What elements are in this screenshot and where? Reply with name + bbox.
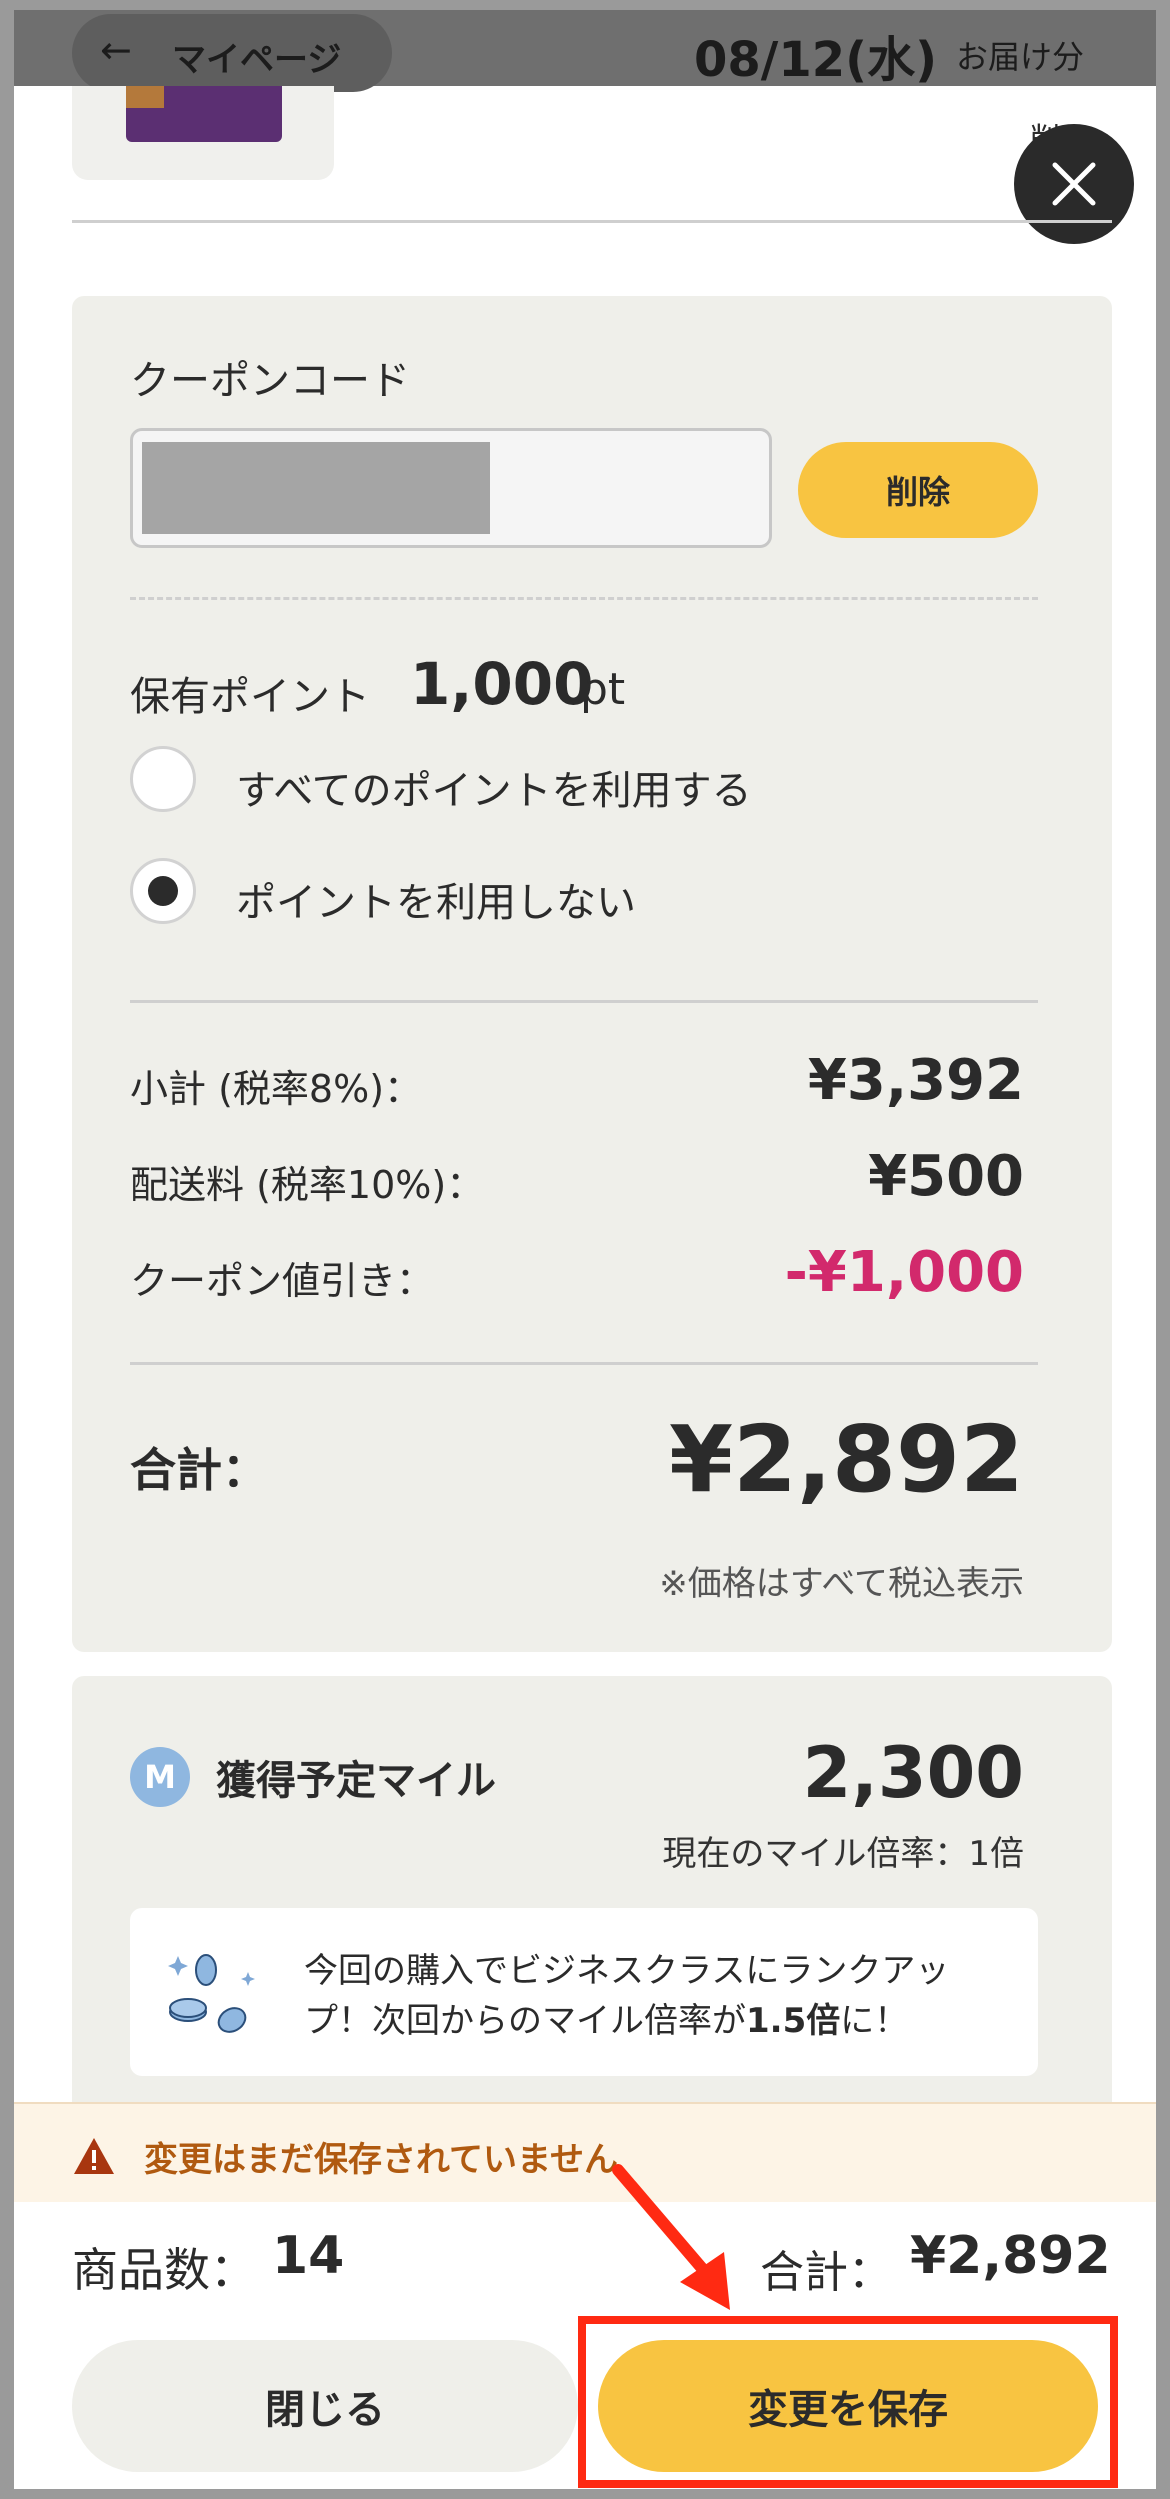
close-modal-button[interactable] bbox=[1014, 124, 1134, 244]
coupon-label: クーポンコード bbox=[130, 358, 410, 404]
no-points-label[interactable]: ポイントを利用しない bbox=[236, 870, 636, 928]
warning-icon bbox=[74, 2138, 114, 2174]
pointer-arrow-icon bbox=[612, 2164, 730, 2310]
delivery-date: 08/12(水) bbox=[694, 32, 938, 88]
coins-icon bbox=[168, 1954, 255, 2033]
divider bbox=[130, 1000, 1038, 1003]
bottom-total-label: 合計： bbox=[760, 2247, 892, 2298]
subtotal-label: 小計 (税率8%)： bbox=[130, 1067, 423, 1111]
coupon-delete-button[interactable]: 削除 bbox=[798, 442, 1038, 538]
no-points-radio[interactable] bbox=[130, 858, 196, 924]
miles-value: 2,300 bbox=[802, 1732, 1024, 1814]
subtotal-value: ¥3,392 bbox=[807, 1048, 1024, 1113]
points-value: 1,000 bbox=[410, 650, 594, 718]
shipping-label: 配送料 (税率10%)： bbox=[130, 1163, 485, 1207]
item-count-value: 14 bbox=[272, 2226, 345, 2286]
points-unit: pt bbox=[580, 664, 626, 715]
product-thumbnail bbox=[72, 86, 334, 180]
use-all-points-label[interactable]: すべてのポイントを利用する bbox=[236, 758, 752, 816]
delivery-date-suffix: お届け分 bbox=[956, 38, 1085, 76]
item-count-label: 商品数： bbox=[72, 2243, 256, 2297]
modal-frame: ← マイページ 08/12(水) お届け分 削 クーポンコード 削除 保有ポイン… bbox=[14, 10, 1156, 2489]
coupon-discount-value: -¥1,000 bbox=[784, 1240, 1024, 1305]
divider bbox=[130, 1362, 1038, 1365]
unsaved-changes-text: 変更はまだ保存されていません bbox=[144, 2140, 618, 2180]
points-label: 保有ポイント bbox=[130, 674, 370, 720]
total-label: 合計： bbox=[130, 1443, 268, 1497]
product-image bbox=[126, 86, 282, 142]
save-button-highlight-box bbox=[578, 2316, 1118, 2488]
mile-badge-icon: M bbox=[130, 1747, 190, 1807]
use-all-points-radio[interactable] bbox=[130, 746, 196, 812]
rank-up-info-text: 今回の購入でビジネスクラスにランクアップ！次回からのマイル倍率が1.5倍に！ bbox=[304, 1951, 950, 2041]
bottom-total-value: ¥2,892 bbox=[910, 2226, 1111, 2286]
back-label: マイページ bbox=[172, 40, 342, 80]
miles-title: 獲得予定マイル bbox=[216, 1758, 496, 1804]
dashed-divider bbox=[130, 597, 1038, 600]
coupon-code-redacted bbox=[142, 442, 490, 534]
divider bbox=[72, 220, 1112, 223]
shipping-value: ¥500 bbox=[868, 1144, 1024, 1209]
miles-rate: 現在のマイル倍率：1倍 bbox=[662, 1834, 1024, 1874]
close-icon bbox=[1052, 162, 1096, 206]
arrow-left-icon: ← bbox=[100, 28, 132, 72]
tax-note: ※価格はすべて税込表示 bbox=[659, 1564, 1024, 1604]
coupon-discount-label: クーポン値引き： bbox=[130, 1259, 435, 1303]
total-value: ¥2,892 bbox=[668, 1406, 1024, 1513]
close-button[interactable]: 閉じる bbox=[72, 2340, 578, 2472]
